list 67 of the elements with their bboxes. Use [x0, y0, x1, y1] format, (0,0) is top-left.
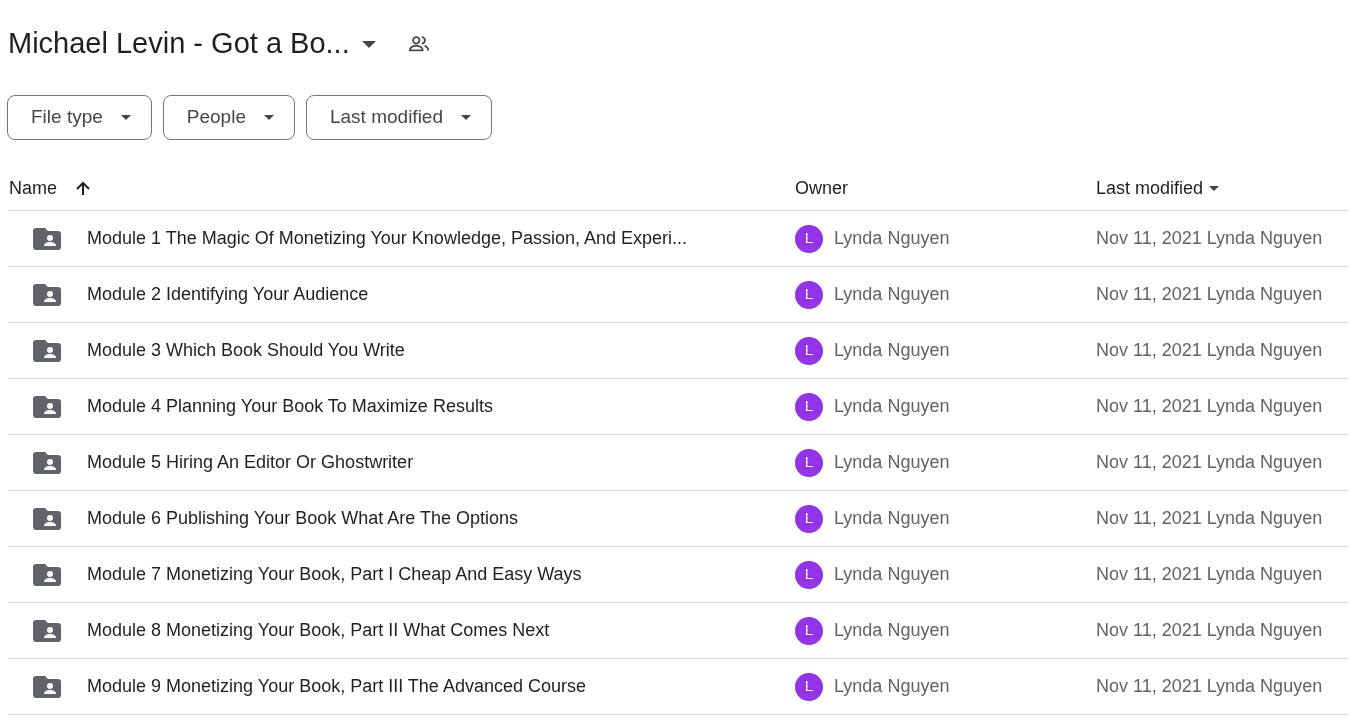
- folder-name: Module 8 Monetizing Your Book, Part II What Comes Next: [87, 619, 550, 642]
- shared-folder-icon: [33, 507, 61, 530]
- modified-date: Nov 11, 2021 Lynda Nguyen: [1096, 451, 1323, 474]
- file-row[interactable]: Module 4 Planning Your Book To Maximize Results L Lynda Nguyen Nov 11, 2021 Lynda Nguyen: [8, 379, 1348, 435]
- file-row[interactable]: Module 8 Monetizing Your Book, Part II What Comes Next L Lynda Nguyen Nov 11, 2021 Lynda Nguyen: [8, 603, 1348, 659]
- caret-icon: [264, 115, 274, 120]
- modified-date: Nov 11, 2021 Lynda Nguyen: [1096, 283, 1323, 306]
- shared-folder-icon: [33, 451, 61, 474]
- file-row[interactable]: Module 5 Hiring An Editor Or Ghostwriter L Lynda Nguyen Nov 11, 2021 Lynda Nguyen: [8, 435, 1348, 491]
- owner-name: Lynda Nguyen: [834, 563, 950, 586]
- file-row[interactable]: Module 7 Monetizing Your Book, Part I Cheap And Easy Ways L Lynda Nguyen Nov 11, 2021 Lynda Nguyen: [8, 547, 1348, 603]
- up-arrow-icon[interactable]: [75, 180, 91, 197]
- filter-chip[interactable]: People: [162, 95, 295, 140]
- modified-date: Nov 11, 2021 Lynda Nguyen: [1096, 227, 1323, 250]
- owner-name: Lynda Nguyen: [834, 395, 950, 418]
- owner-name: Lynda Nguyen: [834, 283, 950, 306]
- folder-name: Module 2 Identifying Your Audience: [87, 283, 369, 306]
- modified-date: Nov 11, 2021 Lynda Nguyen: [1096, 619, 1323, 642]
- folder-name: Module 4 Planning Your Book To Maximize Results: [87, 395, 493, 418]
- avatar: L: [795, 224, 823, 253]
- avatar: L: [795, 616, 823, 645]
- modified-date: Nov 11, 2021 Lynda Nguyen: [1096, 395, 1323, 418]
- file-row[interactable]: Module 1 The Magic Of Monetizing Your Knowledge, Passion, And Experi... L Lynda Nguyen Nov 11, 2021 Lynda Nguyen: [8, 211, 1348, 267]
- file-row[interactable]: Module 6 Publishing Your Book What Are The Options L Lynda Nguyen Nov 11, 2021 Lynda Nguyen: [8, 491, 1348, 547]
- folder-title[interactable]: Michael Levin - Got a Bo...: [8, 22, 350, 66]
- column-header[interactable]: Last modified: [1096, 175, 1204, 202]
- avatar: L: [795, 448, 823, 477]
- avatar: L: [795, 560, 823, 589]
- modified-date: Nov 11, 2021 Lynda Nguyen: [1096, 339, 1323, 362]
- shared-folder-icon: [33, 227, 61, 250]
- file-row[interactable]: Module 9 Monetizing Your Book, Part III The Advanced Course L Lynda Nguyen Nov 11, 2021 Lynda Nguyen: [8, 659, 1348, 715]
- filter-chip[interactable]: File type: [7, 95, 152, 140]
- caret-icon: [1209, 186, 1220, 191]
- avatar: L: [795, 672, 823, 701]
- caret-icon[interactable]: [361, 40, 376, 48]
- modified-date: Nov 11, 2021 Lynda Nguyen: [1096, 675, 1323, 698]
- filter-chip[interactable]: Last modified: [306, 95, 492, 140]
- folder-name: Module 1 The Magic Of Monetizing Your Knowledge, Passion, And Experi...: [87, 227, 688, 250]
- owner-name: Lynda Nguyen: [834, 675, 950, 698]
- avatar: L: [795, 392, 823, 421]
- owner-name: Lynda Nguyen: [834, 619, 950, 642]
- shared-folder-icon: [33, 395, 61, 418]
- avatar: L: [795, 504, 823, 533]
- shared-folder-icon: [33, 563, 61, 586]
- column-header[interactable]: Name: [9, 175, 57, 202]
- file-row[interactable]: Module 2 Identifying Your Audience L Lynda Nguyen Nov 11, 2021 Lynda Nguyen: [8, 267, 1348, 323]
- shared-folder-icon: [33, 283, 61, 306]
- caret-icon: [461, 115, 471, 120]
- folder-name: Module 9 Monetizing Your Book, Part III The Advanced Course: [87, 675, 586, 698]
- folder-name: Module 6 Publishing Your Book What Are The Options: [87, 507, 518, 530]
- file-row[interactable]: Module 3 Which Book Should You Write L Lynda Nguyen Nov 11, 2021 Lynda Nguyen: [8, 323, 1348, 379]
- modified-date: Nov 11, 2021 Lynda Nguyen: [1096, 507, 1323, 530]
- avatar: L: [795, 280, 823, 309]
- shared-folder-icon: [33, 339, 61, 362]
- owner-name: Lynda Nguyen: [834, 507, 950, 530]
- folder-name: Module 3 Which Book Should You Write: [87, 339, 405, 362]
- shared-folder-icon: [33, 619, 61, 642]
- folder-name: Module 5 Hiring An Editor Or Ghostwriter: [87, 451, 414, 474]
- shared-folder-icon: [33, 675, 61, 698]
- folder-name: Module 7 Monetizing Your Book, Part I Cheap And Easy Ways: [87, 563, 582, 586]
- owner-name: Lynda Nguyen: [834, 227, 950, 250]
- column-header[interactable]: Owner: [795, 178, 848, 198]
- owner-name: Lynda Nguyen: [834, 339, 950, 362]
- avatar: L: [795, 336, 823, 365]
- owner-name: Lynda Nguyen: [834, 451, 950, 474]
- modified-date: Nov 11, 2021 Lynda Nguyen: [1096, 563, 1323, 586]
- caret-icon: [120, 115, 131, 120]
